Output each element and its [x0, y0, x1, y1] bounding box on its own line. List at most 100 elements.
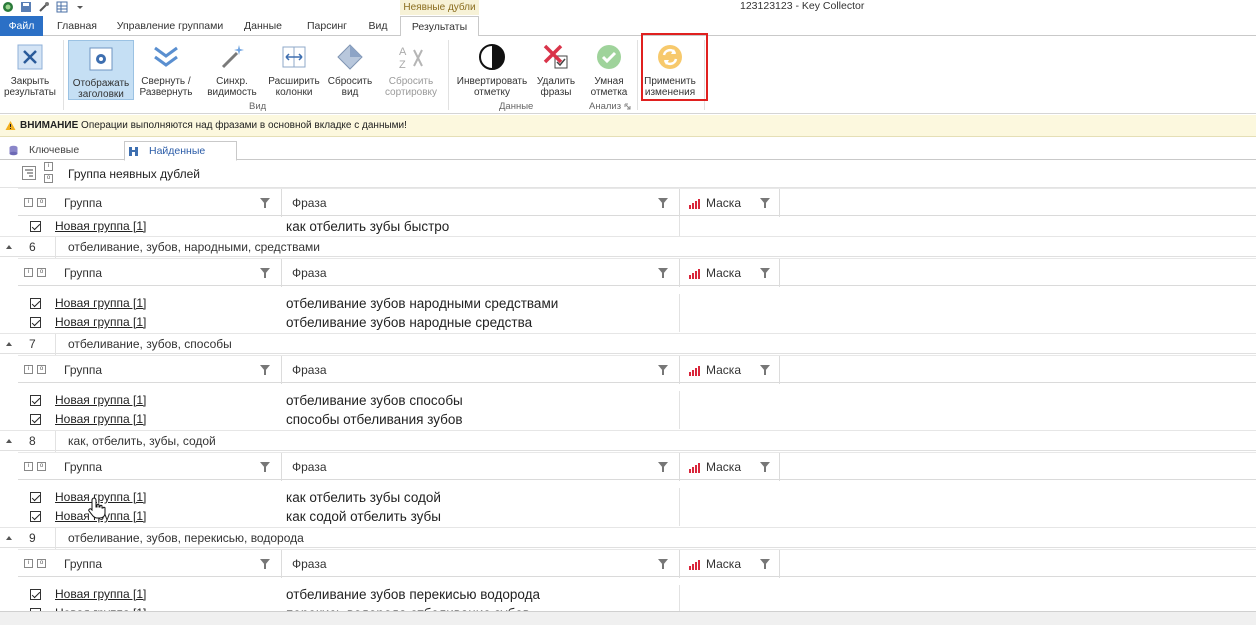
tab-results[interactable]: Результаты: [400, 16, 479, 37]
filter-icon[interactable]: [260, 198, 270, 208]
expand-all-icon[interactable]: i: [44, 162, 53, 171]
tab-found-duplicates[interactable]: Найденные дубли: [124, 141, 237, 176]
group-row[interactable]: 6 отбеливание, зубов, народными, средства…: [0, 236, 1256, 258]
group-row[interactable]: 8 как, отбелить, зубы, содой: [0, 430, 1256, 452]
filter-icon[interactable]: [658, 559, 668, 569]
filter-icon[interactable]: [760, 365, 770, 375]
row-checkbox[interactable]: [30, 511, 41, 522]
collapse-triangle-icon[interactable]: [6, 342, 12, 346]
filter-icon[interactable]: [260, 365, 270, 375]
column-header-mask[interactable]: Маска: [680, 259, 780, 287]
table-row[interactable]: Новая группа [1] отбеливание зубов народн…: [0, 313, 780, 332]
column-header-group[interactable]: Группа: [54, 189, 282, 217]
filter-icon[interactable]: [260, 462, 270, 472]
smart-mark-button[interactable]: Умная отметка: [586, 39, 632, 99]
row-checkbox[interactable]: [30, 414, 41, 425]
collapse-expand-button[interactable]: Свернуть / Развернуть: [136, 39, 196, 99]
tab-group-management[interactable]: Управление группами: [110, 16, 230, 36]
column-header-phrase[interactable]: Фраза: [282, 453, 680, 481]
tab-keywords[interactable]: Ключевые запросы: [6, 141, 120, 175]
group-link[interactable]: Новая группа [1]: [55, 604, 146, 611]
reset-view-button[interactable]: Сбросить вид: [326, 39, 374, 99]
tab-view[interactable]: Вид: [362, 16, 394, 36]
table-row[interactable]: Новая группа [1] отбеливание зубов переки…: [0, 585, 780, 604]
row-checkbox[interactable]: [30, 298, 41, 309]
column-header-mask[interactable]: Маска: [680, 453, 780, 481]
collapse-icon[interactable]: o: [37, 365, 46, 374]
collapse-icon[interactable]: o: [37, 268, 46, 277]
filter-icon[interactable]: [760, 198, 770, 208]
group-link[interactable]: Новая группа [1]: [55, 217, 146, 236]
expand-icon[interactable]: i: [24, 559, 33, 568]
collapse-all-icon[interactable]: o: [44, 174, 53, 183]
table-row[interactable]: Новая группа [1] как отбелить зубы содой: [0, 488, 780, 507]
group-link[interactable]: Новая группа [1]: [55, 585, 146, 604]
table-row[interactable]: Новая группа [1] как содой отбелить зубы: [0, 507, 780, 526]
row-checkbox[interactable]: [30, 395, 41, 406]
column-header-phrase[interactable]: Фраза: [282, 550, 680, 578]
collapse-icon[interactable]: o: [37, 198, 46, 207]
expand-icon[interactable]: i: [24, 198, 33, 207]
tab-home[interactable]: Главная: [49, 16, 105, 36]
row-checkbox[interactable]: [30, 317, 41, 328]
horizontal-scrollbar[interactable]: [0, 611, 1256, 625]
group-row[interactable]: 7 отбеливание, зубов, способы: [0, 333, 1256, 355]
table-row[interactable]: Новая группа [1] перекись водорода отбели…: [0, 604, 780, 611]
table-row[interactable]: Новая группа [1] отбеливание зубов способ…: [0, 391, 780, 410]
collapse-icon[interactable]: o: [37, 462, 46, 471]
show-headers-button[interactable]: Отображать заголовки: [68, 40, 134, 100]
row-checkbox[interactable]: [30, 221, 41, 232]
tab-parsing[interactable]: Парсинг: [297, 16, 357, 36]
column-header-group[interactable]: Группа: [54, 259, 282, 287]
tab-file[interactable]: Файл: [0, 16, 43, 36]
table-row[interactable]: Новая группа [1] как отбелить зубы быстро: [0, 217, 780, 236]
invert-mark-button[interactable]: Инвертировать отметку: [455, 39, 529, 99]
expand-icon[interactable]: i: [24, 365, 33, 374]
column-header-mask[interactable]: Маска: [680, 356, 780, 384]
dialog-launcher-icon[interactable]: [624, 103, 631, 110]
group-row[interactable]: 9 отбеливание, зубов, перекисью, водорода: [0, 527, 1256, 549]
table-row[interactable]: Новая группа [1] способы отбеливания зубо…: [0, 410, 780, 429]
filter-icon[interactable]: [260, 268, 270, 278]
column-header-group[interactable]: Группа: [54, 356, 282, 384]
expand-icon[interactable]: i: [24, 462, 33, 471]
quick-access-dropdown-icon[interactable]: [74, 1, 86, 13]
tab-data[interactable]: Данные: [235, 16, 291, 36]
close-results-button[interactable]: Закрыть результаты: [2, 39, 58, 99]
filter-icon[interactable]: [658, 365, 668, 375]
filter-icon[interactable]: [658, 198, 668, 208]
collapse-triangle-icon[interactable]: [6, 245, 12, 249]
quick-access-grid-icon[interactable]: [56, 1, 68, 13]
column-header-mask[interactable]: Маска: [680, 550, 780, 578]
row-checkbox[interactable]: [30, 589, 41, 600]
expand-icon[interactable]: i: [24, 268, 33, 277]
delete-phrases-button[interactable]: Удалить фразы: [534, 39, 578, 99]
column-header-phrase[interactable]: Фраза: [282, 189, 680, 217]
group-link[interactable]: Новая группа [1]: [55, 410, 146, 429]
collapse-triangle-icon[interactable]: [6, 536, 12, 540]
filter-icon[interactable]: [760, 559, 770, 569]
column-header-group[interactable]: Группа: [54, 453, 282, 481]
filter-icon[interactable]: [760, 268, 770, 278]
sync-visibility-button[interactable]: Синхр. видимость: [204, 39, 260, 99]
group-link[interactable]: Новая группа [1]: [55, 391, 146, 410]
table-row[interactable]: Новая группа [1] отбеливание зубов народн…: [0, 294, 780, 313]
column-header-group[interactable]: Группа: [54, 550, 282, 578]
column-header-phrase[interactable]: Фраза: [282, 356, 680, 384]
filter-icon[interactable]: [658, 462, 668, 472]
filter-icon[interactable]: [760, 462, 770, 472]
collapse-triangle-icon[interactable]: [6, 439, 12, 443]
group-link[interactable]: Новая группа [1]: [55, 313, 146, 332]
quick-access-tool-icon[interactable]: [38, 1, 50, 13]
expand-columns-button[interactable]: Расширить колонки: [266, 39, 322, 99]
column-header-mask[interactable]: Маска: [680, 189, 780, 217]
filter-icon[interactable]: [658, 268, 668, 278]
row-checkbox[interactable]: [30, 492, 41, 503]
quick-access-save-icon[interactable]: [20, 1, 32, 13]
filter-icon[interactable]: [260, 559, 270, 569]
reset-sort-button[interactable]: AZ Сбросить сортировку: [380, 39, 442, 99]
collapse-icon[interactable]: o: [37, 559, 46, 568]
group-link[interactable]: Новая группа [1]: [55, 294, 146, 313]
group-panel-icon[interactable]: [22, 166, 36, 180]
column-header-phrase[interactable]: Фраза: [282, 259, 680, 287]
